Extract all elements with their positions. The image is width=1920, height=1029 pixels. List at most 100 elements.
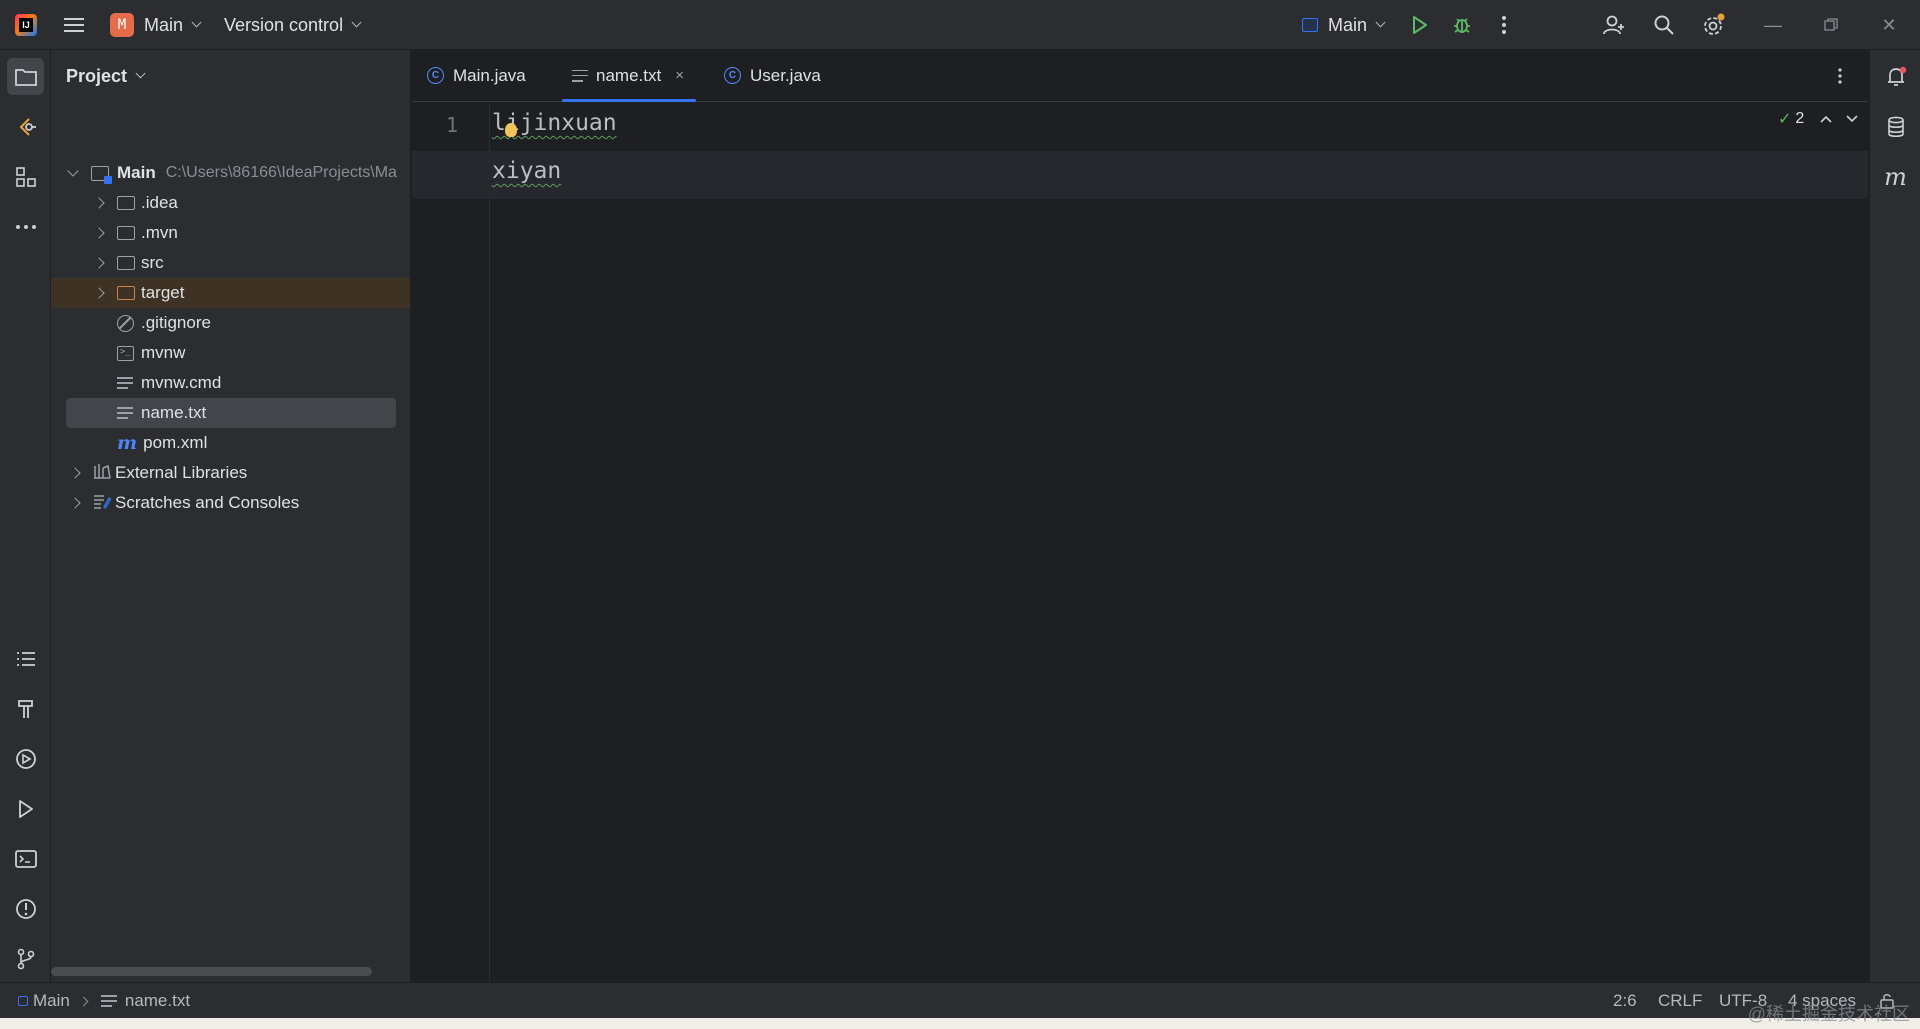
main-menu-icon[interactable] — [60, 0, 88, 50]
tree-item-external-libraries[interactable]: External Libraries — [51, 458, 410, 488]
maven-icon: m — [117, 432, 138, 454]
tree-item-label: pom.xml — [143, 433, 208, 452]
services-icon[interactable] — [7, 740, 44, 777]
collapse-arrow-icon[interactable] — [69, 497, 81, 509]
title-bar: IJ M Main Version control Main — ✕ — [0, 0, 1920, 50]
chevron-down-icon — [351, 17, 362, 28]
project-name: Main — [144, 14, 184, 35]
git-branch-icon[interactable] — [7, 940, 44, 977]
inspection-widget[interactable]: ✓ 2 — [1778, 103, 1858, 135]
tree-item-mvnw[interactable]: >_ mvnw — [51, 338, 410, 368]
tab-label: Main.java — [453, 65, 526, 85]
tab-name-txt[interactable]: name.txt × — [562, 50, 696, 102]
class-icon: C — [427, 67, 444, 84]
bottom-edge — [0, 1018, 1920, 1029]
tree-item-label: mvnw — [141, 343, 186, 362]
tree-item-label: mvnw.cmd — [141, 373, 222, 392]
left-tool-strip — [0, 50, 51, 982]
tab-user-java[interactable]: C User.java — [724, 50, 821, 101]
collapse-arrow-icon[interactable] — [69, 467, 81, 479]
tree-item-src[interactable]: src — [51, 248, 410, 278]
text-file-icon — [572, 69, 588, 83]
tree-item-gitignore[interactable]: .gitignore — [51, 308, 410, 338]
caret-position[interactable]: 2:6 — [1613, 983, 1637, 1019]
tree-item-mvn[interactable]: .mvn — [51, 218, 410, 248]
debug-icon[interactable] — [1444, 0, 1480, 50]
horizontal-scrollbar[interactable] — [51, 967, 372, 976]
code-line[interactable]: xiyan — [492, 158, 561, 184]
search-icon[interactable] — [1646, 0, 1682, 50]
tree-item-target[interactable]: target — [51, 278, 410, 308]
editor-text-area[interactable]: lijinxuan xiyan — [412, 103, 1868, 982]
project-panel: Project Main C:\Users\86166\IdeaProjects… — [51, 50, 411, 982]
status-bar: Main name.txt 2:6 CRLF UTF-8 4 spaces — [0, 982, 1920, 1018]
chevron-down-icon — [1375, 17, 1386, 28]
restore-icon[interactable] — [1804, 0, 1858, 50]
more-tools-icon[interactable] — [7, 208, 44, 245]
chevron-down-icon — [191, 17, 202, 28]
structure-icon[interactable] — [7, 158, 44, 195]
build-hammer-icon[interactable] — [7, 690, 44, 727]
line-number: 1 — [445, 113, 458, 137]
collapse-arrow-icon[interactable] — [93, 287, 105, 299]
run-config-name: Main — [1328, 14, 1368, 35]
lightbulb-icon[interactable] — [505, 123, 517, 137]
project-panel-title: Project — [66, 65, 128, 86]
breadcrumb-item-file[interactable]: name.txt — [125, 991, 190, 1011]
version-control-widget[interactable]: Version control — [224, 0, 362, 50]
jetbrains-logo-icon[interactable]: IJ — [12, 0, 40, 50]
text-file-icon — [117, 406, 133, 420]
more-icon[interactable] — [1486, 0, 1522, 50]
tree-item-pom-xml[interactable]: m pom.xml — [51, 428, 410, 458]
run-tool-icon[interactable] — [7, 790, 44, 827]
todo-list-icon[interactable] — [7, 640, 44, 677]
project-widget[interactable]: M Main — [110, 0, 202, 50]
module-small-icon — [18, 996, 28, 1006]
terminal-icon[interactable] — [7, 840, 44, 877]
tree-item-mvnw-cmd[interactable]: mvnw.cmd — [51, 368, 410, 398]
run-icon[interactable] — [1402, 0, 1438, 50]
maven-tool-icon[interactable]: m — [1877, 158, 1914, 195]
tree-item-idea[interactable]: .idea — [51, 188, 410, 218]
root-name: Main — [117, 163, 156, 182]
tree-item-scratches[interactable]: Scratches and Consoles — [51, 488, 410, 518]
chevron-down-icon[interactable] — [1846, 110, 1858, 128]
current-line-highlight — [412, 151, 1868, 199]
notifications-bell-icon[interactable] — [1877, 58, 1914, 95]
commit-icon[interactable] — [7, 108, 44, 145]
expand-arrow-icon[interactable] — [67, 165, 79, 177]
tree-item-label: Scratches and Consoles — [115, 493, 300, 512]
chevron-up-icon[interactable] — [1820, 110, 1832, 128]
close-tab-icon[interactable]: × — [675, 67, 684, 84]
tab-options-icon[interactable] — [1838, 50, 1842, 101]
close-icon[interactable]: ✕ — [1862, 0, 1916, 50]
editor-tab-bar: C Main.java name.txt × C User.java — [412, 50, 1868, 102]
settings-icon[interactable] — [1696, 0, 1732, 50]
project-panel-header[interactable]: Project — [66, 50, 146, 102]
minimize-icon[interactable]: — — [1746, 0, 1800, 50]
run-config-selector[interactable]: Main — [1302, 0, 1386, 50]
collapse-arrow-icon[interactable] — [93, 197, 105, 209]
tree-item-label: .mvn — [141, 223, 178, 242]
collapse-arrow-icon[interactable] — [93, 257, 105, 269]
line-separator[interactable]: CRLF — [1658, 983, 1702, 1019]
tree-item-name-txt[interactable]: name.txt — [66, 398, 396, 428]
check-icon: ✓ — [1778, 111, 1792, 128]
text-file-icon — [117, 376, 133, 390]
chevron-down-icon — [135, 68, 146, 79]
project-badge: M — [110, 13, 134, 37]
chevron-right-icon — [78, 996, 89, 1006]
scratches-icon — [93, 493, 112, 514]
breadcrumb: Main name.txt — [18, 983, 190, 1019]
problems-icon[interactable] — [7, 890, 44, 927]
project-tool-folder-icon[interactable] — [7, 58, 44, 95]
collapse-arrow-icon[interactable] — [93, 227, 105, 239]
tab-main-java[interactable]: C Main.java — [427, 50, 526, 101]
tree-item-label: name.txt — [141, 403, 207, 422]
breadcrumb-item-main[interactable]: Main — [33, 991, 70, 1011]
database-icon[interactable] — [1877, 108, 1914, 145]
tree-root-main[interactable]: Main C:\Users\86166\IdeaProjects\Ma — [51, 158, 410, 188]
root-path: C:\Users\86166\IdeaProjects\Ma — [165, 164, 397, 181]
tree-item-label: target — [141, 283, 185, 302]
add-user-icon[interactable] — [1596, 0, 1632, 50]
